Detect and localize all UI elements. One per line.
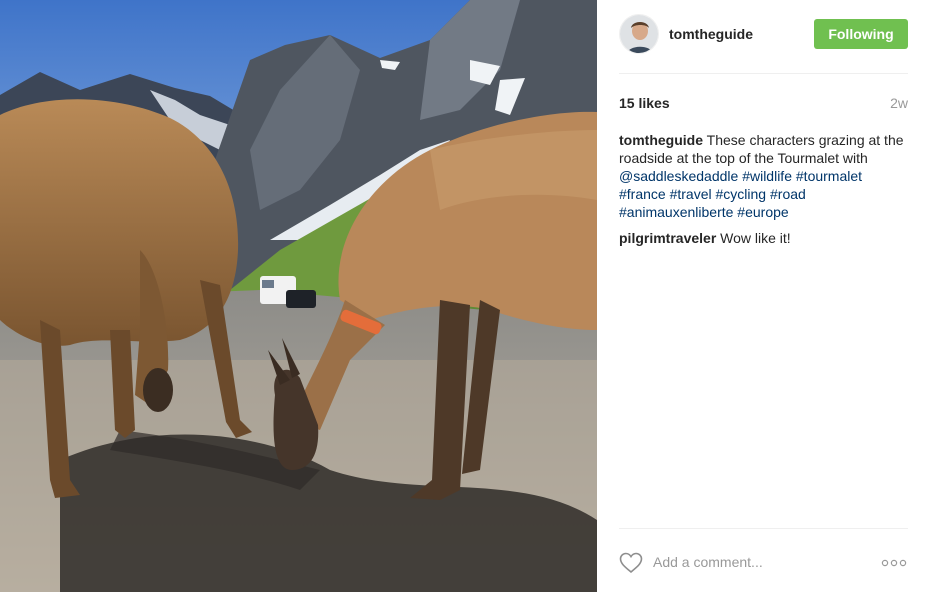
caption-mention[interactable]: @saddleskedaddle <box>619 168 738 184</box>
author-username[interactable]: tomtheguide <box>669 26 753 42</box>
avatar[interactable] <box>619 14 659 54</box>
hashtag-link[interactable]: #europe <box>737 204 788 220</box>
post-header: tomtheguide Following <box>619 14 908 54</box>
hashtag-link[interactable]: #france <box>619 186 666 202</box>
following-button[interactable]: Following <box>814 19 908 49</box>
hashtag-link[interactable]: #wildlife <box>742 168 792 184</box>
hashtag-link[interactable]: #travel <box>670 186 712 202</box>
post-caption: tomtheguide These characters grazing at … <box>619 131 909 221</box>
hashtag-link[interactable]: #road <box>770 186 806 202</box>
post-age[interactable]: 2w <box>890 95 908 111</box>
hashtag-link[interactable]: #cycling <box>716 186 767 202</box>
llama-photo-illustration <box>0 0 597 592</box>
heart-icon[interactable] <box>619 552 643 574</box>
add-comment-input[interactable] <box>653 549 853 575</box>
comment-bar <box>619 546 909 578</box>
hashtag-link[interactable]: #animauxenliberte <box>619 204 733 220</box>
avatar-image <box>620 15 658 53</box>
likes-count[interactable]: 15 likes <box>619 95 670 111</box>
header-divider <box>619 73 908 74</box>
comment-item: pilgrimtraveler Wow like it! <box>619 229 909 247</box>
post-photo[interactable] <box>0 0 597 592</box>
footer-divider <box>619 528 908 529</box>
hashtag-link[interactable]: #tourmalet <box>796 168 862 184</box>
caption-username[interactable]: tomtheguide <box>619 132 703 148</box>
comment-username[interactable]: pilgrimtraveler <box>619 230 716 246</box>
comment-text: Wow like it! <box>720 230 791 246</box>
post-details-panel: tomtheguide Following 15 likes 2w tomthe… <box>597 0 925 592</box>
more-options-icon[interactable] <box>881 556 907 568</box>
